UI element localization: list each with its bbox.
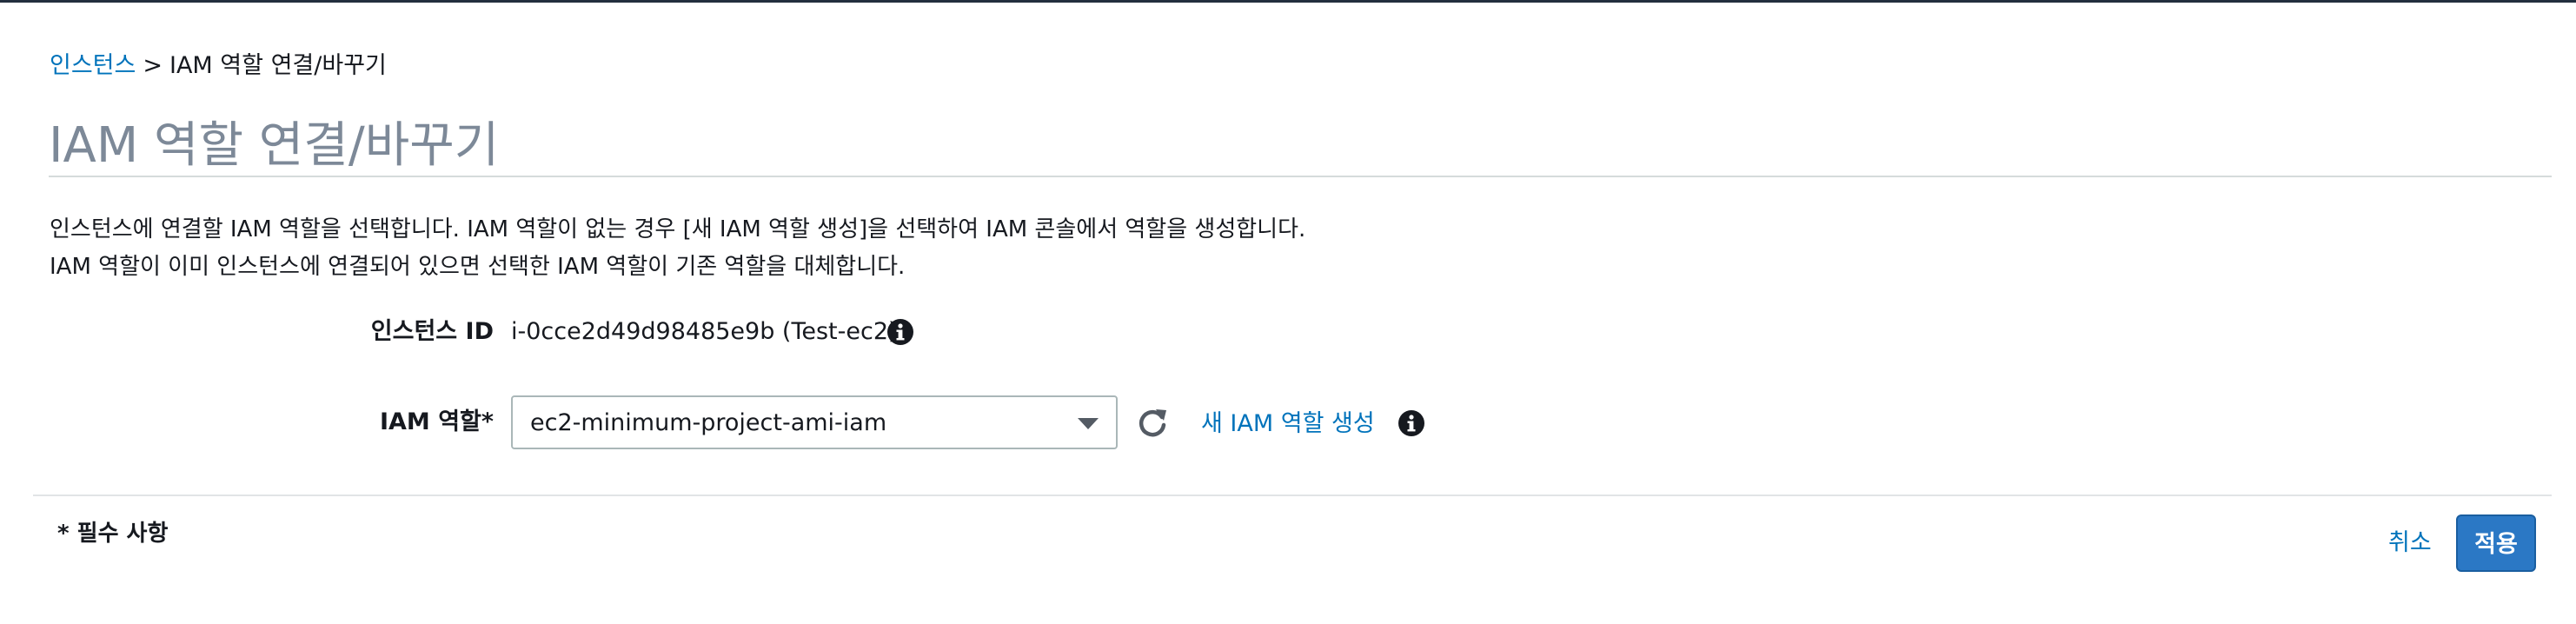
cancel-button[interactable]: 취소 bbox=[2388, 528, 2432, 559]
instance-id-label: 인스턴스 ID bbox=[370, 318, 494, 345]
breadcrumb-link-instances[interactable]: 인스턴스 bbox=[50, 52, 136, 79]
description-line-1: 인스턴스에 연결할 IAM 역할을 선택합니다. IAM 역할이 없는 경우 [… bbox=[50, 216, 1306, 242]
iam-role-label: IAM 역할* bbox=[379, 408, 494, 435]
apply-button[interactable]: 적용 bbox=[2456, 514, 2536, 572]
title-divider bbox=[49, 176, 2552, 177]
chevron-down-icon bbox=[1078, 418, 1099, 429]
top-border bbox=[0, 0, 2576, 3]
refresh-icon[interactable] bbox=[1135, 405, 1170, 440]
description-line-2: IAM 역할이 이미 인스턴스에 연결되어 있으면 선택한 IAM 역할이 기존… bbox=[50, 254, 906, 280]
iam-role-selected-value: ec2-minimum-project-ami-iam bbox=[530, 409, 887, 436]
instance-id-value: i-0cce2d49d98485e9b (Test-ec2) bbox=[511, 318, 898, 345]
info-icon[interactable] bbox=[1397, 408, 1426, 438]
footer-divider bbox=[33, 495, 2552, 496]
breadcrumb-current: IAM 역할 연결/바꾸기 bbox=[169, 52, 387, 79]
breadcrumb-separator: > bbox=[143, 52, 163, 79]
info-icon[interactable] bbox=[886, 317, 915, 347]
iam-role-select[interactable]: ec2-minimum-project-ami-iam bbox=[511, 395, 1118, 449]
create-iam-role-link[interactable]: 새 IAM 역할 생성 bbox=[1201, 408, 1375, 440]
required-fields-note: * 필수 사항 bbox=[57, 521, 169, 547]
page-title: IAM 역할 연결/바꾸기 bbox=[49, 117, 500, 174]
breadcrumb: 인스턴스 > IAM 역할 연결/바꾸기 bbox=[50, 50, 387, 82]
